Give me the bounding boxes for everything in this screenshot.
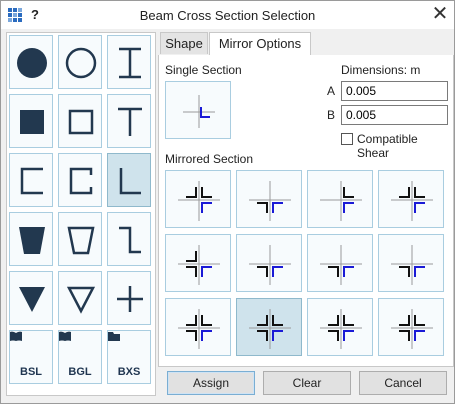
mirror-option-mirror-a-1[interactable]: [307, 170, 373, 228]
book-icon: [59, 331, 71, 341]
hollow-triangle-icon: [66, 286, 96, 314]
cancel-button[interactable]: Cancel: [359, 371, 447, 395]
i-beam-icon: [119, 47, 141, 79]
tab-mirror-options[interactable]: Mirror Options: [209, 32, 311, 56]
hollow-square-icon: [68, 109, 94, 135]
mirror-options-panel: Single Section Dimensions: m A B Compati…: [158, 55, 454, 367]
window-title: Beam Cross Section Selection: [139, 8, 316, 23]
library-bgl-button[interactable]: BGL: [58, 330, 102, 384]
single-section-label: Single Section: [165, 63, 242, 77]
book-icon: [10, 331, 22, 341]
folder-icon: [108, 332, 120, 341]
mirror-option-mirror-ab-3[interactable]: [236, 234, 302, 292]
mirror-arrangement-icon: [320, 245, 362, 285]
mirror-arrangement-icon: [249, 309, 291, 349]
shape-z-section[interactable]: [107, 212, 151, 266]
shape-solid-square[interactable]: [9, 94, 53, 148]
clear-button[interactable]: Clear: [263, 371, 351, 395]
solid-triangle-icon: [19, 287, 45, 312]
shape-hollow-square[interactable]: [58, 94, 102, 148]
mirror-arrangement-icon: [391, 309, 433, 349]
library-bxs-button[interactable]: BXS: [107, 330, 151, 384]
dim-b-label: B: [327, 108, 336, 122]
close-icon[interactable]: ✕: [429, 4, 451, 26]
cross-icon: [117, 286, 143, 312]
compatible-shear-checkbox[interactable]: [341, 133, 353, 145]
lipped-channel-icon: [69, 167, 93, 195]
dimensions-label: Dimensions: m: [341, 63, 421, 77]
mirror-option-mirror-ab-4[interactable]: [307, 234, 373, 292]
assign-button[interactable]: Assign: [167, 371, 255, 395]
shape-cross[interactable]: [107, 271, 151, 325]
shape-lipped-channel[interactable]: [58, 153, 102, 207]
solid-square-icon: [20, 110, 44, 134]
title-bar: ? Beam Cross Section Selection ✕: [1, 1, 454, 29]
shape-i-beam[interactable]: [107, 35, 151, 89]
angle-preview-icon: [183, 95, 215, 128]
mirror-arrangement-icon: [178, 181, 220, 221]
tab-shape[interactable]: Shape: [160, 32, 208, 54]
shape-solid-triangle[interactable]: [9, 271, 53, 325]
mirror-arrangement-icon: [249, 245, 291, 285]
shape-hollow-triangle[interactable]: [58, 271, 102, 325]
shape-hollow-trapezoid[interactable]: [58, 212, 102, 266]
mirror-option-mirror-ab-2[interactable]: [165, 234, 231, 292]
library-label: BSL: [20, 366, 42, 378]
dim-a-input[interactable]: [341, 81, 448, 101]
mirror-arrangement-icon: [178, 309, 220, 349]
mirror-option-mirror-b-1[interactable]: [236, 170, 302, 228]
dialog-window: ? Beam Cross Section Selection ✕ BSL BGL…: [0, 0, 455, 404]
shape-t-section[interactable]: [107, 94, 151, 148]
library-label: BGL: [68, 366, 92, 378]
channel-icon: [20, 167, 43, 195]
mirror-option-mirror-ab-6[interactable]: [165, 298, 231, 356]
dim-b-input[interactable]: [341, 105, 448, 125]
mirror-arrangement-icon: [320, 309, 362, 349]
mirror-arrangement-icon: [249, 181, 291, 221]
shape-hollow-circle[interactable]: [58, 35, 102, 89]
shape-channel[interactable]: [9, 153, 53, 207]
single-section-preview: [165, 81, 231, 139]
mirrored-section-label: Mirrored Section: [165, 152, 254, 166]
compatible-shear-label: Compatible Shear: [357, 132, 418, 160]
hollow-circle-icon: [65, 47, 97, 79]
hollow-trapezoid-icon: [67, 226, 95, 255]
shape-palette: BSL BGL BXS: [6, 32, 156, 396]
shape-solid-trapezoid[interactable]: [9, 212, 53, 266]
dim-a-label: A: [327, 84, 336, 98]
library-bsl-button[interactable]: BSL: [9, 330, 53, 384]
solid-trapezoid-icon: [19, 227, 45, 254]
mirror-option-mirror-ab-1[interactable]: [165, 170, 231, 228]
shape-solid-circle[interactable]: [9, 35, 53, 89]
library-label: BXS: [117, 366, 141, 378]
solid-circle-icon: [17, 48, 47, 78]
mirror-option-mirror-ab-5[interactable]: [378, 234, 444, 292]
mirror-option-mirror-quad-1[interactable]: [236, 298, 302, 356]
mirror-arrangement-icon: [391, 245, 433, 285]
angle-icon: [119, 168, 141, 195]
mirror-option-mirror-ab-8[interactable]: [378, 298, 444, 356]
shape-angle[interactable]: [107, 153, 151, 207]
mirror-arrangement-icon: [178, 245, 220, 285]
mirror-option-mirror-a-2[interactable]: [378, 170, 444, 228]
z-section-icon: [119, 226, 141, 254]
mirror-arrangement-icon: [391, 181, 433, 221]
t-section-icon: [118, 107, 142, 136]
mirror-option-mirror-ab-7[interactable]: [307, 298, 373, 356]
mirror-arrangement-icon: [320, 181, 362, 221]
